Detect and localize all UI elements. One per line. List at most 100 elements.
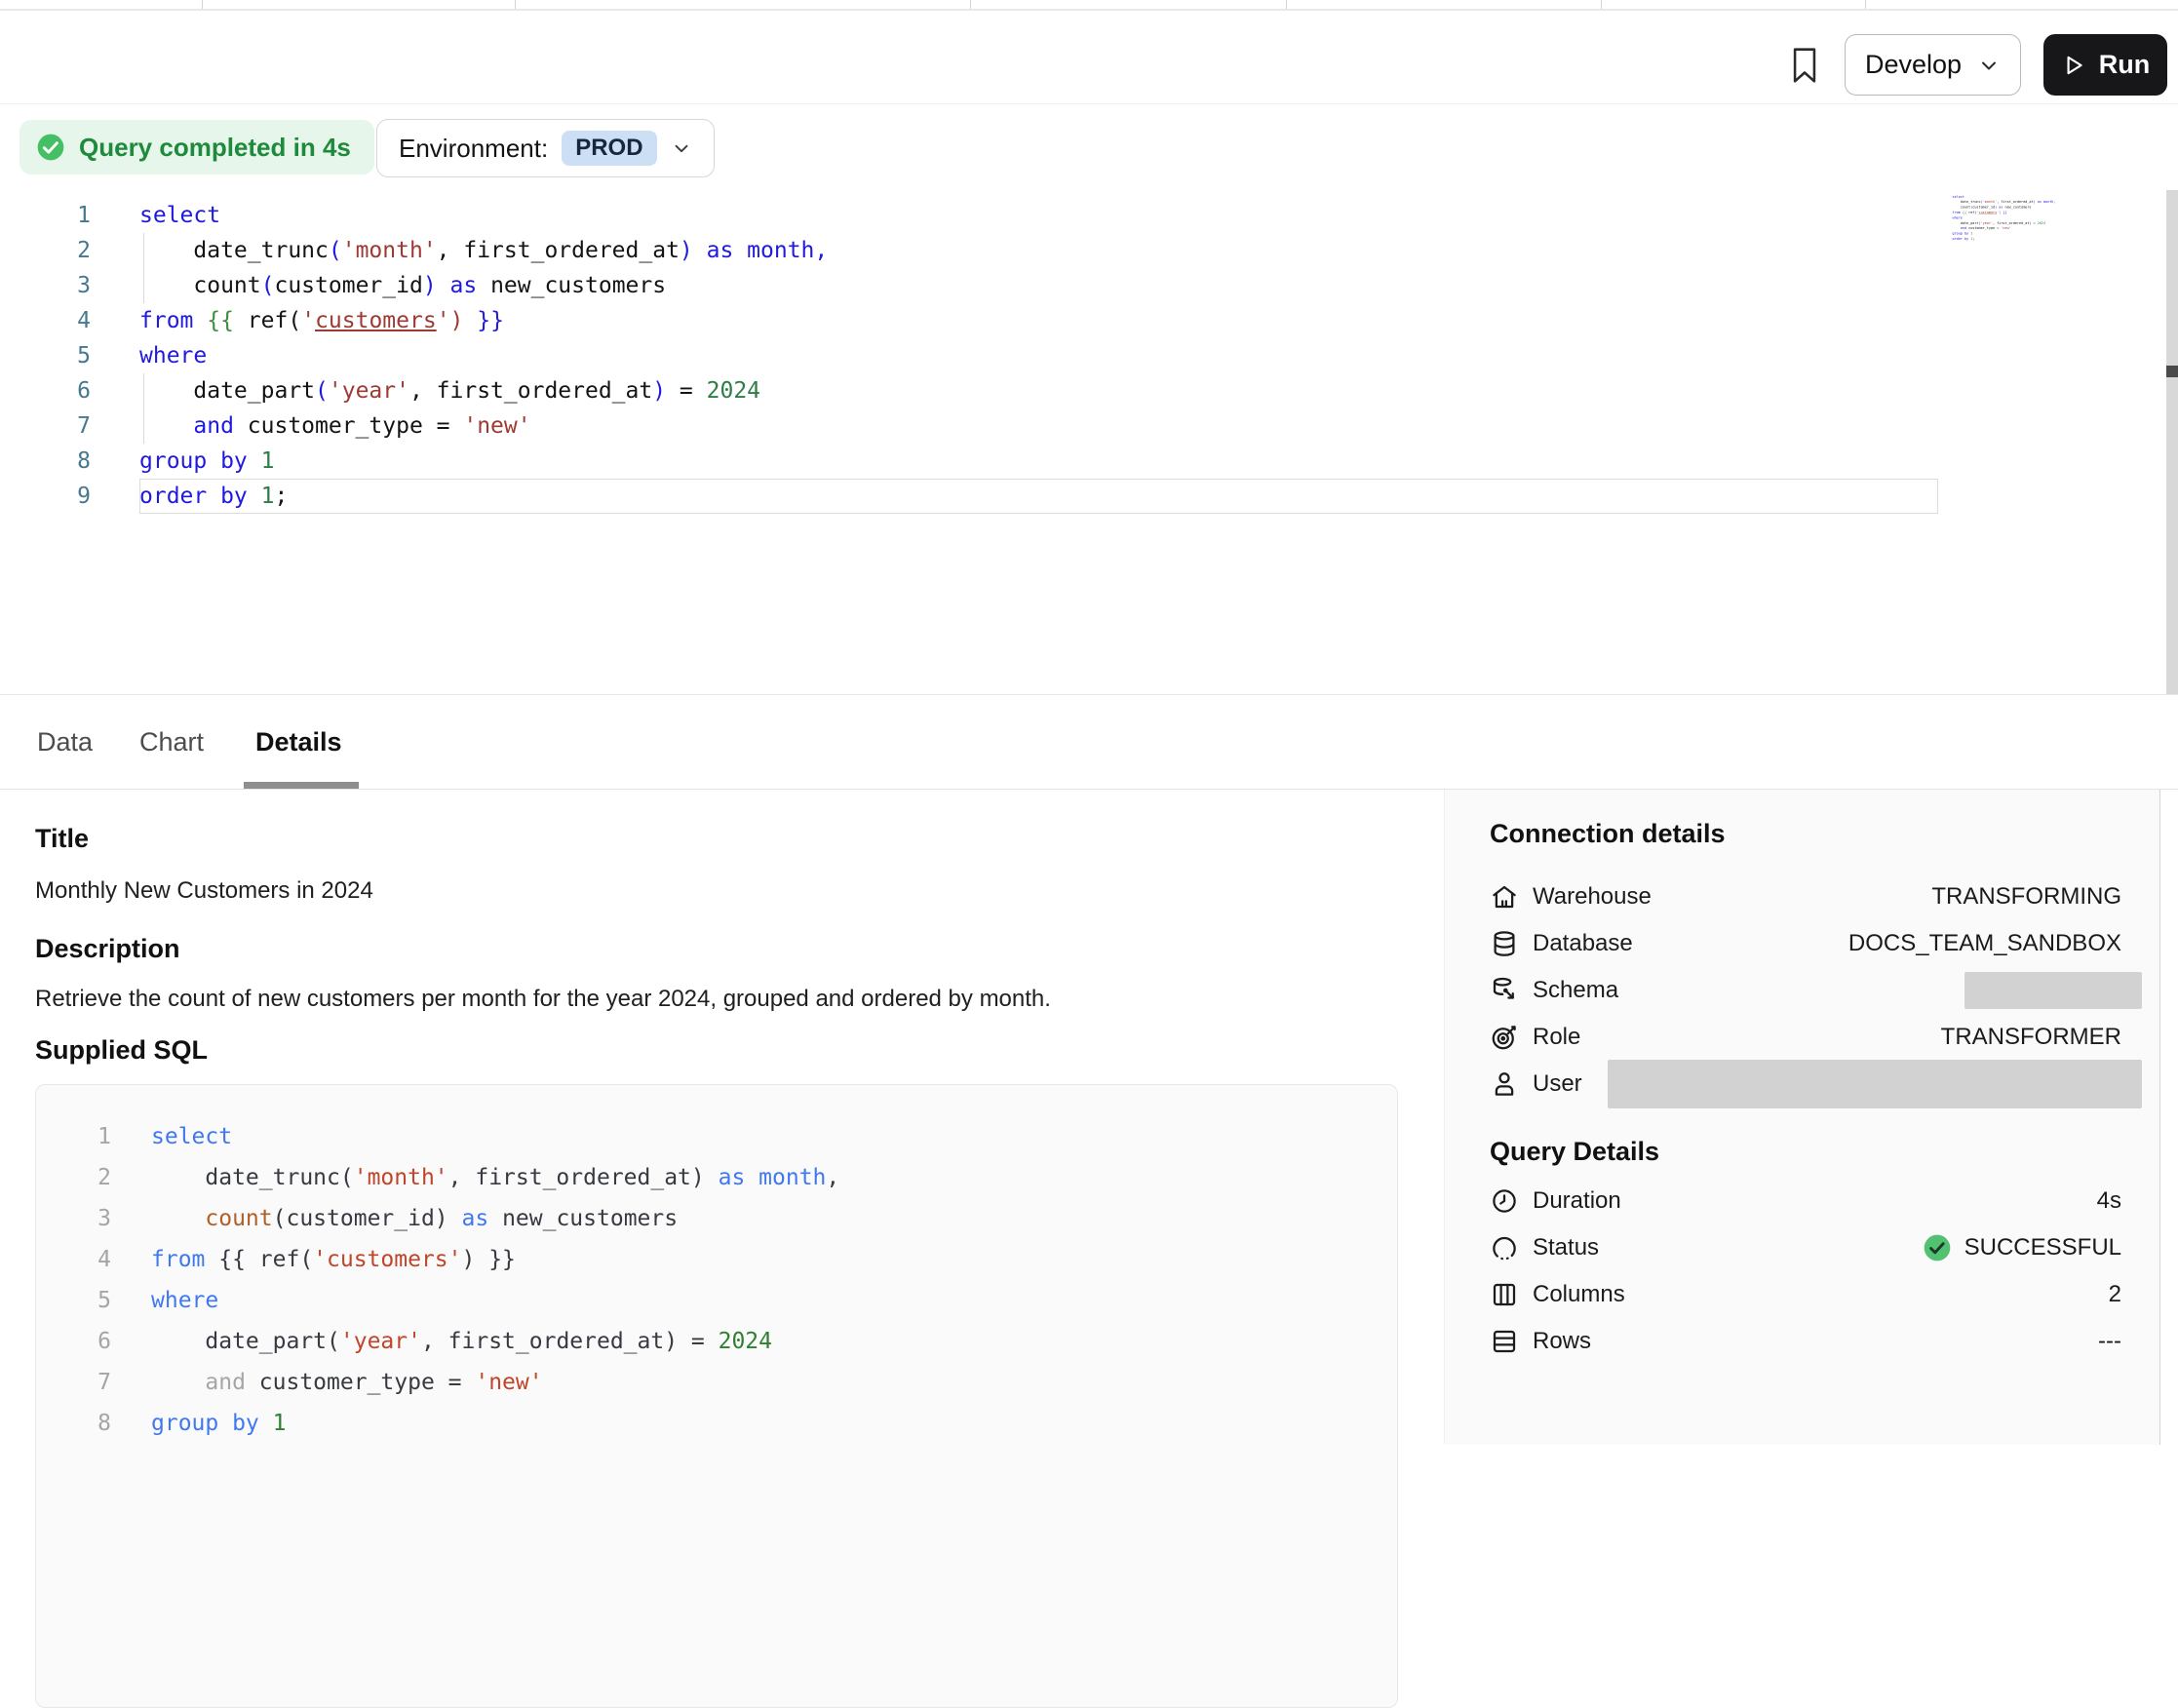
code-text: count(customer_id) as new_customers bbox=[139, 268, 666, 303]
app-window: { "colors": { "status_green_bg": "#e7f6e… bbox=[0, 0, 2178, 1445]
description-heading: Description bbox=[35, 934, 180, 964]
code-line: 1select bbox=[36, 1116, 1397, 1157]
results-tab-bar: Data Chart Details bbox=[0, 695, 2178, 790]
code-line: 4 from {{ ref('customers') }} bbox=[0, 303, 2178, 338]
chevron-down-icon bbox=[671, 137, 692, 159]
code-text: where bbox=[151, 1280, 218, 1321]
code-text: and customer_type = 'new' bbox=[139, 408, 531, 444]
title-value: Monthly New Customers in 2024 bbox=[35, 877, 373, 905]
editor-scrollbar-thumb[interactable] bbox=[2166, 366, 2178, 377]
code-line: 6 date_part('year', first_ordered_at) = … bbox=[36, 1321, 1397, 1362]
line-number: 4 bbox=[0, 303, 91, 338]
line-number: 9 bbox=[0, 479, 91, 514]
tab-data[interactable]: Data bbox=[37, 695, 93, 789]
browser-tab-separator bbox=[1601, 0, 1602, 9]
code-line: 6 date_part('year', first_ordered_at) = … bbox=[0, 373, 2178, 408]
row-value: SUCCESSFUL bbox=[1964, 1234, 2121, 1262]
tab-details[interactable]: Details bbox=[255, 695, 342, 789]
line-number: 2 bbox=[36, 1157, 111, 1198]
row-label: Warehouse bbox=[1533, 883, 1652, 911]
line-number: 6 bbox=[36, 1321, 111, 1362]
browser-tab-separator bbox=[202, 0, 203, 9]
line-number: 6 bbox=[0, 373, 91, 408]
user-icon bbox=[1490, 1069, 1519, 1099]
code-text: select bbox=[151, 1116, 232, 1157]
row-value: 4s bbox=[2097, 1187, 2121, 1215]
browser-tab-separator bbox=[970, 0, 971, 9]
connection-row-database: DatabaseDOCS_TEAM_SANDBOX bbox=[1490, 920, 2121, 967]
row-value: 2 bbox=[2109, 1281, 2121, 1308]
query-status-message: Query completed in 4s bbox=[79, 133, 351, 163]
query-status-pill: Query completed in 4s bbox=[19, 120, 374, 175]
warehouse-icon bbox=[1490, 882, 1519, 912]
editor-lines: 1select2 date_trunc('month', first_order… bbox=[0, 190, 2178, 514]
code-text: from {{ ref('customers') }} bbox=[139, 303, 504, 338]
line-number: 5 bbox=[36, 1280, 111, 1321]
line-number: 2 bbox=[0, 233, 91, 268]
line-number: 8 bbox=[0, 444, 91, 479]
code-text: select bbox=[139, 198, 220, 233]
code-line: 5 where bbox=[36, 1280, 1397, 1321]
code-line: 1select bbox=[0, 198, 2178, 233]
editor-scrollbar[interactable] bbox=[2166, 190, 2178, 695]
line-number: 3 bbox=[36, 1198, 111, 1239]
success-check-icon bbox=[1922, 1232, 1953, 1263]
line-number: 7 bbox=[0, 408, 91, 444]
row-label: Database bbox=[1533, 930, 1633, 957]
code-line: 2 date_trunc('month', first_ordered_at) … bbox=[36, 1157, 1397, 1198]
develop-label: Develop bbox=[1865, 50, 1962, 80]
environment-selector[interactable]: Environment: PROD bbox=[376, 119, 715, 177]
active-tab-indicator bbox=[244, 782, 359, 789]
code-text: order by 1; bbox=[1953, 236, 1975, 241]
rows-icon bbox=[1490, 1327, 1519, 1356]
toolbar: Develop Run bbox=[0, 11, 2178, 104]
supplied-sql-heading: Supplied SQL bbox=[35, 1035, 208, 1066]
browser-tab-separator bbox=[1286, 0, 1287, 9]
check-circle-icon bbox=[35, 132, 66, 163]
code-text: where bbox=[139, 338, 207, 373]
indent-guide bbox=[143, 373, 144, 444]
code-line: order by 1; bbox=[1945, 236, 2072, 241]
columns-icon bbox=[1490, 1280, 1519, 1309]
row-label: Columns bbox=[1533, 1281, 1625, 1308]
code-line: 4from {{ ref('customers') }} bbox=[36, 1239, 1397, 1280]
code-line: 3 count(customer_id) as new_customers bbox=[36, 1198, 1397, 1239]
code-line: 2 date_trunc('month', first_ordered_at) … bbox=[0, 233, 2178, 268]
code-text: and customer_type = 'new' bbox=[151, 1362, 543, 1403]
chevron-down-icon bbox=[1977, 54, 2001, 77]
line-number: 7 bbox=[36, 1362, 111, 1403]
redacted-value bbox=[1608, 1060, 2142, 1108]
query-row-columns: Columns 2 bbox=[1490, 1271, 2121, 1318]
code-line: 7 and customer_type = 'new' bbox=[0, 408, 2178, 444]
code-line: 9order by 1; bbox=[0, 479, 2178, 514]
code-line: 3 count(customer_id) as new_customers bbox=[0, 268, 2178, 303]
code-text: date_part('year', first_ordered_at) = 20… bbox=[139, 373, 760, 408]
browser-tab-separator bbox=[1865, 0, 1866, 9]
develop-dropdown-button[interactable]: Develop bbox=[1845, 34, 2021, 96]
sql-editor[interactable]: 1select2 date_trunc('month', first_order… bbox=[0, 190, 2178, 695]
row-value: --- bbox=[2098, 1328, 2121, 1355]
connection-row-role: RoleTRANSFORMER bbox=[1490, 1014, 2121, 1061]
description-value: Retrieve the count of new customers per … bbox=[35, 986, 1051, 1013]
code-line: 5where bbox=[0, 338, 2178, 373]
row-label: Rows bbox=[1533, 1328, 1591, 1355]
code-line: 8group by 1 bbox=[36, 1403, 1397, 1444]
bookmark-button[interactable] bbox=[1782, 44, 1821, 87]
status-icon bbox=[1490, 1233, 1519, 1262]
query-row-rows: Rows --- bbox=[1490, 1318, 2121, 1365]
supplied-sql-block: 1select2 date_trunc('month', first_order… bbox=[35, 1084, 1398, 1708]
line-number: 3 bbox=[0, 268, 91, 303]
connection-row-warehouse: WarehouseTRANSFORMING bbox=[1490, 873, 2121, 920]
line-number: 8 bbox=[36, 1403, 111, 1444]
row-label: Status bbox=[1533, 1234, 1599, 1262]
query-details-heading: Query Details bbox=[1490, 1137, 1659, 1167]
bookmark-icon bbox=[1788, 46, 1815, 85]
indent-guide bbox=[143, 233, 144, 303]
browser-tab-separator bbox=[515, 0, 516, 9]
environment-value-pill: PROD bbox=[562, 131, 656, 166]
editor-minimap[interactable]: select date_trunc('month', first_ordered… bbox=[1945, 194, 2072, 252]
code-text: date_part('year', first_ordered_at) = 20… bbox=[151, 1321, 772, 1362]
run-button[interactable]: Run bbox=[2043, 34, 2167, 96]
tab-chart[interactable]: Chart bbox=[139, 695, 204, 789]
query-row-status: Status SUCCESSFUL bbox=[1490, 1224, 2121, 1271]
